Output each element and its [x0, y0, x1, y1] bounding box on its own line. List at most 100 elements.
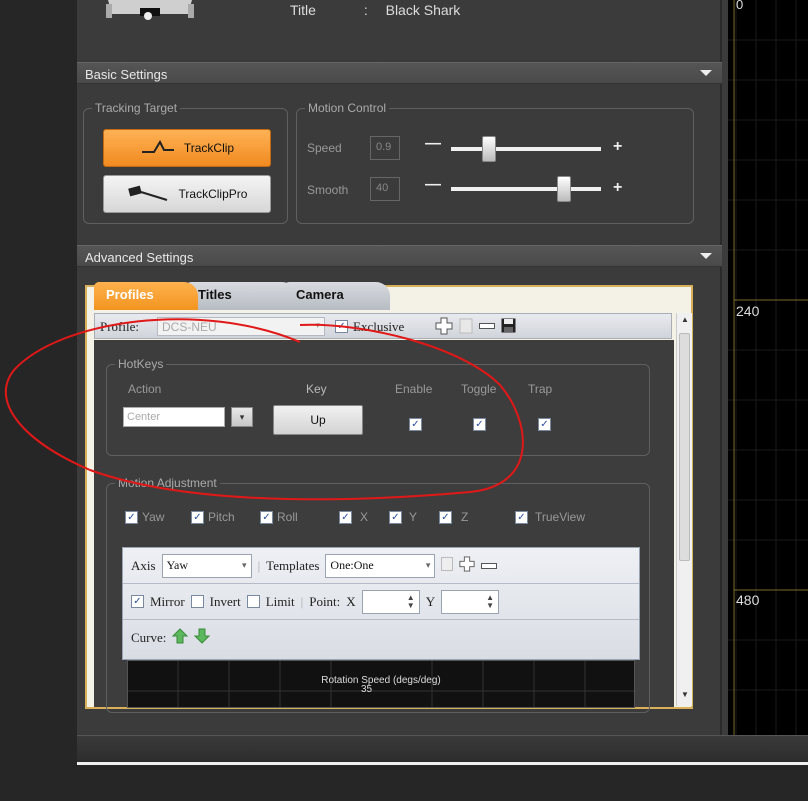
profile-label: Profile: [100, 319, 139, 334]
point-x-spinner[interactable]: ▲ ▼ [361, 589, 420, 614]
tracking-target-legend: Tracking Target [92, 101, 181, 115]
remove-template-icon[interactable] [481, 562, 498, 569]
scroll-up-icon[interactable]: ▲ [681, 315, 689, 324]
curve-graph[interactable]: Rotation Speed (degs/deg) 35 [127, 660, 635, 708]
trueview-label: TrueView [535, 510, 586, 524]
point-y-spinner[interactable]: ▲ ▼ [441, 589, 500, 614]
tab-profiles-label: Profiles [106, 287, 154, 302]
point-label: Point: [309, 593, 341, 609]
smooth-decrease-button[interactable]: — [425, 176, 441, 194]
trackclippro-button[interactable]: TrackClipPro [103, 175, 271, 213]
trackclip-icon [140, 138, 176, 159]
toggle-checkbox[interactable]: ✓ [473, 418, 486, 431]
speed-increase-button[interactable]: + [613, 138, 622, 156]
trackclip-label: TrackClip [183, 141, 235, 155]
action-dropdown-button[interactable]: ▾ [231, 407, 253, 427]
speed-field[interactable]: 0.9 [370, 136, 400, 160]
axis-select[interactable]: Yaw ▾ [161, 553, 252, 578]
smooth-slider-thumb[interactable] [556, 176, 571, 202]
arrow-down-icon[interactable] [194, 628, 211, 648]
graph-value-label: 35 [361, 684, 373, 695]
z-checkbox[interactable]: ✓ [439, 511, 452, 524]
toggle-header: Toggle [461, 382, 497, 396]
scrollbar-thumb[interactable] [679, 333, 690, 561]
mirror-label: Mirror [150, 593, 185, 609]
action-header: Action [128, 382, 162, 396]
roll-label: Roll [277, 510, 298, 524]
add-profile-icon[interactable] [435, 317, 453, 338]
save-icon[interactable] [501, 318, 516, 336]
speed-decrease-button[interactable]: — [425, 135, 441, 153]
spinner-arrows-icon: ▲ ▼ [406, 592, 415, 610]
speed-slider[interactable] [451, 136, 601, 162]
dropdown-arrow-icon: ▾ [315, 320, 320, 330]
limit-label: Limit [265, 593, 295, 609]
trackclip-button[interactable]: TrackClip [103, 129, 271, 167]
trap-header: Trap [528, 382, 553, 396]
enable-checkbox[interactable]: ✓ [409, 418, 422, 431]
axis-label: Axis [131, 557, 156, 573]
roll-checkbox[interactable]: ✓ [260, 511, 273, 524]
templates-value: One:One [330, 558, 374, 572]
header-title-row: Title : Black Shark [290, 2, 460, 18]
trap-checkbox[interactable]: ✓ [538, 418, 551, 431]
remove-profile-icon[interactable] [479, 323, 495, 329]
y-checkbox[interactable]: ✓ [389, 511, 402, 524]
tab-camera[interactable]: Camera [284, 282, 390, 310]
vertical-scrollbar[interactable]: ▲ ▼ [676, 313, 692, 706]
limit-checkbox[interactable] [246, 595, 260, 608]
chevron-down-icon [700, 253, 712, 259]
add-template-icon[interactable] [459, 555, 475, 576]
templates-select[interactable]: One:One ▾ [325, 553, 436, 578]
tab-titles[interactable]: Titles [186, 282, 296, 310]
separator: | [300, 593, 304, 609]
y-label: Y [409, 510, 418, 524]
axes-row: ✓ Yaw ✓ Pitch ✓ Roll ✓ X ✓ Y ✓ Z ✓ TrueV… [125, 509, 625, 529]
profile-select[interactable]: DCS-NEU ▾ [157, 317, 325, 336]
basic-settings-label: Basic Settings [85, 67, 168, 82]
curve-row: Curve: [123, 620, 639, 656]
scroll-down-icon[interactable]: ▼ [681, 690, 689, 699]
copy-template-icon[interactable] [441, 556, 454, 575]
motion-control-legend: Motion Control [305, 101, 390, 115]
tab-camera-label: Camera [296, 287, 344, 302]
preview-label-0: 0 [736, 0, 744, 12]
dropdown-arrow-icon: ▾ [425, 560, 431, 570]
profile-toolbar: Profile: DCS-NEU ▾ ✓ Exclusive [94, 313, 672, 339]
key-value: Up [310, 413, 326, 427]
smooth-slider[interactable] [451, 176, 601, 202]
point-y-label: Y [425, 593, 436, 609]
exclusive-label: Exclusive [353, 319, 405, 334]
mirror-checkbox[interactable]: ✓ [131, 595, 144, 608]
speed-slider-thumb[interactable] [481, 136, 496, 162]
exclusive-checkbox[interactable]: ✓ [335, 320, 348, 333]
title-value: Black Shark [385, 2, 461, 18]
basic-settings-header[interactable]: Basic Settings [77, 62, 722, 84]
arrow-up-icon[interactable] [172, 628, 189, 648]
axis-row: Axis Yaw ▾ | Templates One:One ▾ [123, 548, 639, 584]
pitch-checkbox[interactable]: ✓ [191, 511, 204, 524]
invert-label: Invert [209, 593, 241, 609]
z-label: Z [461, 510, 469, 524]
tracking-target-group: Tracking Target TrackClip TrackClipPro [83, 101, 288, 224]
spinner-arrows-icon: ▲ ▼ [486, 592, 495, 610]
trueview-checkbox[interactable]: ✓ [515, 511, 528, 524]
curve-label: Curve: [131, 630, 167, 645]
preview-label-240: 240 [736, 303, 760, 319]
smooth-label: Smooth [307, 183, 349, 197]
speed-label: Speed [307, 141, 342, 155]
action-select[interactable]: Center [123, 407, 225, 427]
key-header: Key [306, 382, 327, 396]
pitch-label: Pitch [208, 510, 235, 524]
x-checkbox[interactable]: ✓ [339, 511, 352, 524]
hotkeys-group: HotKeys Action Key Enable Toggle Trap Ce… [106, 357, 650, 456]
smooth-increase-button[interactable]: + [613, 179, 622, 197]
copy-profile-icon[interactable] [459, 318, 473, 337]
advanced-settings-header[interactable]: Advanced Settings [77, 245, 722, 267]
invert-checkbox[interactable] [190, 595, 204, 608]
yaw-checkbox[interactable]: ✓ [125, 511, 138, 524]
key-button[interactable]: Up [273, 405, 363, 435]
tab-profiles[interactable]: Profiles [94, 282, 198, 310]
smooth-field[interactable]: 40 [370, 177, 400, 201]
device-thumbnail [100, 0, 200, 22]
